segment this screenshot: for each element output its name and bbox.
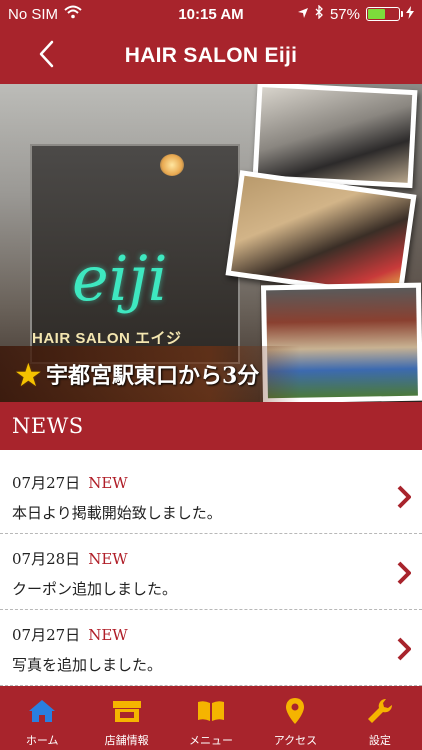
- news-header: NEWS: [0, 402, 422, 450]
- status-right: 57%: [274, 4, 414, 23]
- news-meta: 07月28日 NEW: [12, 548, 382, 569]
- tab-menu[interactable]: メニュー: [169, 686, 253, 750]
- new-badge: NEW: [88, 550, 128, 568]
- shop-icon: [112, 696, 142, 726]
- news-text: 本日より掲載開始致しました。: [12, 504, 222, 522]
- news-meta: 07月27日 NEW: [12, 624, 382, 645]
- tab-shop-info[interactable]: 店舗情報: [84, 686, 168, 750]
- new-badge: NEW: [88, 474, 128, 492]
- tab-settings[interactable]: 設定: [338, 686, 422, 750]
- new-badge: NEW: [88, 626, 128, 644]
- nav-bar: HAIR SALON Eiji: [0, 28, 422, 84]
- news-item[interactable]: 07月27日 NEW 本日より掲載開始致しました。: [0, 458, 422, 534]
- photo-interior: [252, 84, 418, 189]
- location-arrow-icon: [297, 6, 309, 23]
- hero-caption: 宇都宮駅東口から3分: [46, 363, 260, 389]
- news-item[interactable]: 07月28日 NEW クーポン追加しました。: [0, 534, 422, 610]
- chevron-right-icon[interactable]: [394, 560, 414, 586]
- tab-label: 店舗情報: [104, 734, 149, 747]
- tab-label: メニュー: [189, 734, 234, 747]
- news-date: 07月27日: [12, 626, 81, 644]
- chevron-right-icon[interactable]: [394, 636, 414, 662]
- salon-logo: eiji: [72, 242, 168, 315]
- news-title: NEWS: [12, 414, 84, 438]
- map-pin-icon: [280, 696, 310, 726]
- tab-label: アクセス: [273, 734, 318, 747]
- battery-fill: [368, 9, 386, 19]
- back-button[interactable]: [30, 40, 62, 72]
- home-icon: [27, 696, 57, 726]
- news-meta: 07月27日 NEW: [12, 472, 382, 493]
- news-text: クーポン追加しました。: [12, 580, 178, 598]
- page-title: HAIR SALON Eiji: [124, 44, 298, 67]
- tab-label: ホーム: [25, 734, 59, 747]
- chevron-right-icon[interactable]: [394, 484, 414, 510]
- bluetooth-icon: [315, 4, 324, 23]
- battery-icon: [366, 7, 403, 21]
- hero-banner: eiji HAIR SALON エイジ ★ 宇都宮駅東口から3分: [0, 84, 422, 402]
- news-date: 07月27日: [12, 474, 81, 492]
- salon-sign: HAIR SALON エイジ: [32, 330, 182, 347]
- news-item[interactable]: 07月27日 NEW 写真を追加しました。: [0, 610, 422, 686]
- status-left: No SIM: [8, 5, 148, 23]
- tab-access[interactable]: アクセス: [253, 686, 337, 750]
- tab-home[interactable]: ホーム: [0, 686, 84, 750]
- carrier-label: No SIM: [8, 5, 59, 23]
- wifi-icon: [64, 5, 82, 23]
- book-icon: [196, 696, 226, 726]
- charging-icon: [406, 5, 414, 23]
- clock: 10:15 AM: [178, 5, 244, 23]
- tab-bar: ホーム 店舗情報 メニュー アクセス 設定: [0, 686, 422, 750]
- news-date: 07月28日: [12, 550, 81, 568]
- chevron-left-icon: [38, 40, 54, 72]
- wrench-icon: [365, 696, 395, 726]
- news-list: 07月27日 NEW 本日より掲載開始致しました。 07月28日 NEW クーポ…: [0, 458, 422, 686]
- lamp-light: [160, 154, 184, 176]
- tab-label: 設定: [368, 734, 391, 747]
- news-text: 写真を追加しました。: [12, 656, 163, 674]
- star-icon: ★: [14, 356, 43, 394]
- status-bar: No SIM 10:15 AM 57%: [0, 0, 422, 28]
- battery-percent: 57%: [329, 5, 360, 23]
